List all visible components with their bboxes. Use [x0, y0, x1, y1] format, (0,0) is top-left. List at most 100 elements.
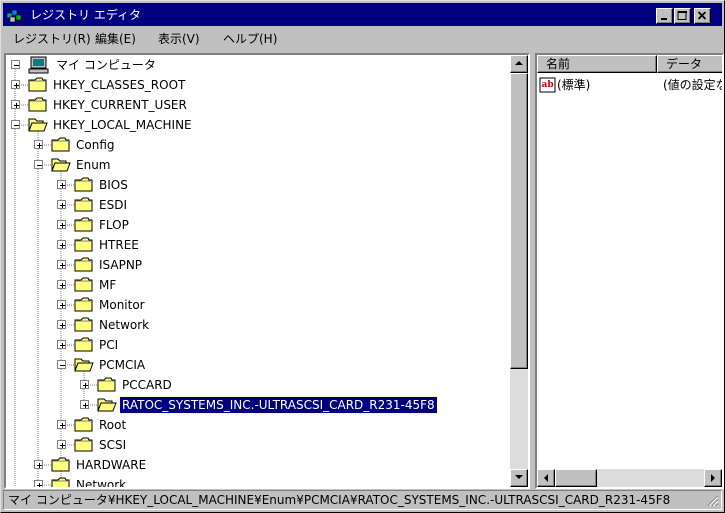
title-bar[interactable]: レジストリ エディタ: [3, 3, 722, 26]
resize-grip-icon[interactable]: [707, 495, 719, 507]
tree-node-label: HKEY_LOCAL_MACHINE: [53, 118, 192, 132]
arrow-left-icon: [544, 474, 548, 482]
expand-icon[interactable]: [57, 240, 66, 249]
expand-icon[interactable]: [57, 420, 66, 429]
expand-icon[interactable]: [34, 140, 43, 149]
list-scroll-thumb[interactable]: [555, 469, 597, 487]
close-icon: [697, 11, 707, 20]
tree-node-label: FLOP: [99, 218, 129, 232]
folder-open-icon: [28, 115, 48, 133]
folder-icon: [51, 475, 71, 487]
expand-icon[interactable]: [57, 340, 66, 349]
folder-icon: [74, 435, 94, 453]
scroll-right-button[interactable]: [704, 469, 722, 487]
tree-node-label: Network: [99, 318, 150, 332]
maximize-button[interactable]: [674, 8, 691, 24]
menu-registry[interactable]: レジストリ(R): [13, 31, 91, 47]
folder-icon: [74, 315, 94, 333]
tree-node-label: HKEY_CURRENT_USER: [53, 98, 187, 112]
expand-icon[interactable]: [57, 280, 66, 289]
expand-icon[interactable]: [80, 400, 89, 409]
folder-icon: [28, 95, 48, 113]
svg-text:ab: ab: [542, 80, 554, 90]
tree-root-label: マイ コンピュータ: [56, 58, 156, 72]
registry-editor-window: レジストリ エディタ レジストリ(R) 編集(E) 表示(V) ヘルプ(H) マ…: [0, 0, 725, 513]
folder-icon: [74, 255, 94, 273]
menu-view[interactable]: 表示(V): [158, 31, 200, 47]
expand-icon[interactable]: [57, 440, 66, 449]
folder-icon: [74, 415, 94, 433]
folder-icon: [74, 295, 94, 313]
expand-icon[interactable]: [57, 260, 66, 269]
scroll-left-button[interactable]: [537, 469, 555, 487]
tree-node-label: PCMCIA: [99, 358, 146, 372]
arrow-up-icon: [515, 61, 523, 65]
close-button[interactable]: [694, 8, 711, 24]
tree-node-label: HKEY_CLASSES_ROOT: [53, 78, 186, 92]
tree-node-label: Config: [76, 138, 115, 152]
status-path: マイ コンピュータ¥HKEY_LOCAL_MACHINE¥Enum¥PCMCIA…: [8, 493, 671, 507]
registry-editor-app-icon[interactable]: [6, 7, 23, 23]
tree-node-label: SCSI: [99, 438, 127, 452]
arrow-down-icon: [515, 475, 523, 479]
folder-icon: [74, 275, 94, 293]
folder-icon: [51, 135, 71, 153]
collapse-icon[interactable]: [57, 360, 66, 369]
value-name: (標準): [557, 78, 591, 92]
folder-icon: [74, 215, 94, 233]
column-header-name[interactable]: 名前: [537, 55, 657, 73]
tree-node-label: ESDI: [99, 198, 127, 212]
expand-icon[interactable]: [57, 220, 66, 229]
tree-node-label: HTREE: [99, 238, 139, 252]
my-computer-icon: [28, 56, 49, 74]
list-horizontal-scrollbar[interactable]: [537, 469, 722, 487]
tree-node-label: BIOS: [99, 178, 128, 192]
tree-node-label: PCI: [99, 338, 119, 352]
folder-icon: [74, 195, 94, 213]
folder-open-icon: [51, 155, 71, 173]
folder-open-icon: [74, 355, 94, 373]
tree-node-label: ISAPNP: [99, 258, 143, 272]
status-bar: マイ コンピュータ¥HKEY_LOCAL_MACHINE¥Enum¥PCMCIA…: [3, 490, 722, 510]
scroll-down-button[interactable]: [510, 469, 528, 487]
expand-icon[interactable]: [57, 180, 66, 189]
tree-node-label: Root: [99, 418, 127, 432]
value-data: (値の設定なし): [663, 78, 722, 92]
tree-node-label: PCCARD: [122, 378, 172, 392]
folder-icon: [74, 335, 94, 353]
expand-icon[interactable]: [34, 480, 43, 487]
expand-icon[interactable]: [11, 80, 20, 89]
expand-icon[interactable]: [57, 200, 66, 209]
arrow-right-icon: [711, 474, 715, 482]
minimize-button[interactable]: [656, 8, 673, 24]
folder-icon: [74, 235, 94, 253]
expand-icon[interactable]: [80, 380, 89, 389]
expand-icon[interactable]: [11, 100, 20, 109]
tree-node-label: HARDWARE: [76, 458, 147, 472]
tree-vertical-scrollbar[interactable]: [510, 55, 528, 487]
menu-edit[interactable]: 編集(E): [95, 31, 136, 47]
tree-node-label: Monitor: [99, 298, 145, 312]
folder-icon: [28, 75, 48, 93]
scroll-up-button[interactable]: [510, 55, 528, 73]
expand-icon[interactable]: [34, 460, 43, 469]
column-header-data[interactable]: データ: [657, 55, 722, 73]
collapse-icon[interactable]: [11, 60, 20, 69]
expand-icon[interactable]: [57, 300, 66, 309]
tree-scroll-thumb[interactable]: [510, 73, 528, 369]
folder-icon: [97, 375, 117, 393]
value-row-default[interactable]: ab (標準) (値の設定なし): [537, 75, 722, 95]
folder-icon: [51, 455, 71, 473]
menu-help[interactable]: ヘルプ(H): [223, 31, 277, 47]
maximize-icon: [677, 11, 687, 20]
value-list-pane: 名前 データ ab (標準) (値の設定なし): [535, 53, 724, 489]
collapse-icon[interactable]: [34, 160, 43, 169]
expand-icon[interactable]: [57, 320, 66, 329]
folder-icon: [74, 175, 94, 193]
folder-open-icon: [97, 395, 117, 413]
tree-node-label: MF: [99, 278, 117, 292]
tree-node-label: RATOC_SYSTEMS_INC.-ULTRASCSI_CARD_R231-4…: [119, 396, 438, 414]
tree-node-label: Enum: [76, 158, 111, 172]
ab-string-icon: ab: [539, 77, 556, 93]
collapse-icon[interactable]: [11, 120, 20, 129]
